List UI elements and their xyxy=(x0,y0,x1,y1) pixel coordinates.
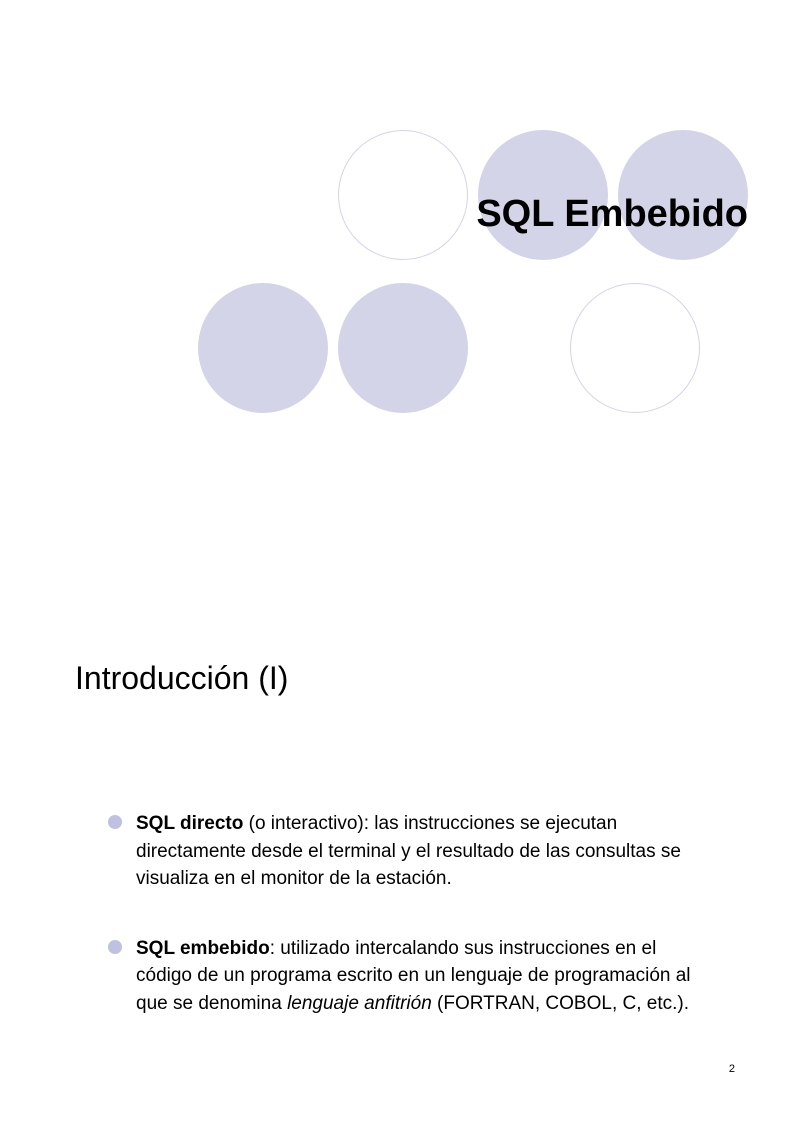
bullet-icon xyxy=(108,815,122,829)
section-title: Introducción (I) xyxy=(75,660,288,697)
content-list: SQL directo (o interactivo): las instruc… xyxy=(108,810,703,1059)
bullet-italic: lenguaje anfitrión xyxy=(287,993,432,1014)
bullet-text-after: (FORTRAN, COBOL, C, etc.). xyxy=(432,993,689,1014)
list-item: SQL directo (o interactivo): las instruc… xyxy=(108,810,703,893)
decorative-circle xyxy=(338,283,468,413)
bullet-lead: SQL directo xyxy=(136,813,243,834)
decorative-circle xyxy=(570,283,700,413)
list-item: SQL embebido: utilizado intercalando sus… xyxy=(108,935,703,1018)
main-title: SQL Embebido xyxy=(0,193,748,236)
page-number: 2 xyxy=(729,1063,735,1075)
decorative-circle xyxy=(198,283,328,413)
bullet-icon xyxy=(108,940,122,954)
bullet-lead: SQL embebido xyxy=(136,938,270,959)
